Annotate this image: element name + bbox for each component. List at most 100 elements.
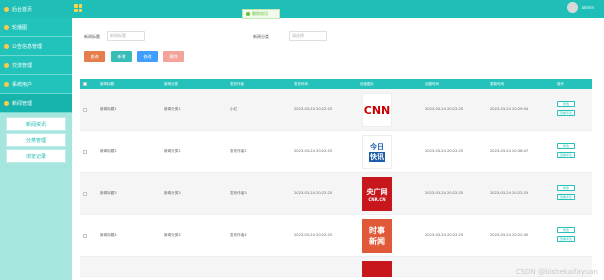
sidebar-item-label: 公告信息管理: [12, 43, 43, 50]
cell-created: 2023-03-24 20:22:25: [425, 107, 464, 111]
news-icon: [4, 100, 9, 106]
toast-message: 删除成功: [252, 11, 268, 16]
col-category: 新闻分类: [164, 82, 178, 86]
table-row: 新闻标题1 新闻分类1 小红 2023-03-24 20:22:25 CNN 2…: [80, 89, 592, 131]
query-button[interactable]: 查询: [84, 51, 105, 62]
cell-category: 新闻分类3: [164, 191, 181, 195]
cell-author: 发布作者3: [230, 191, 247, 195]
title-filter-input[interactable]: 新闻标题: [107, 31, 145, 41]
select-all-checkbox[interactable]: [83, 82, 87, 86]
row-comments-button[interactable]: 查看评论: [557, 194, 575, 200]
row-edit-button[interactable]: 修改: [557, 227, 575, 233]
cell-updated: 2023-03-24 20:22:40: [490, 233, 529, 237]
col-actions: 操作: [557, 82, 564, 86]
sidebar-subitem-news-info[interactable]: 新闻资讯: [6, 117, 66, 131]
cell-created: 2023-03-24 20:22:25: [425, 233, 464, 237]
cover-logo-subtext: 新闻: [369, 237, 385, 246]
topbar: admin: [72, 0, 604, 18]
watermark: CSDN @bishekaifayuan: [515, 268, 598, 276]
cover-logo-subtext: 快讯: [369, 152, 385, 162]
delete-button[interactable]: 删除: [163, 51, 184, 62]
check-circle-icon: [246, 12, 250, 16]
app-root: 后台首页 轮播图 公告信息管理 交流管理 系统用户 新闻管理 新闻资讯 分类管理…: [0, 0, 604, 280]
cover-logo-text: 时事: [369, 226, 385, 235]
row-comments-button[interactable]: 查看评论: [557, 110, 575, 116]
home-icon: [4, 6, 9, 12]
table-row: 新闻标题3 新闻分类3 发布作者3 2023-03-24 20:22:25 央广…: [80, 173, 592, 215]
cover-logo-subtext: CNR.CN: [368, 196, 386, 202]
menu-grid-icon[interactable]: [74, 4, 82, 12]
chat-icon: [4, 62, 9, 68]
col-cover: 封面图片: [360, 82, 374, 86]
row-checkbox[interactable]: [83, 192, 87, 196]
cell-created: 2023-03-24 20:22:25: [425, 191, 464, 195]
cell-publish: 2023-03-24 20:22:25: [294, 233, 333, 237]
cell-publish: 2023-03-24 20:22:25: [294, 107, 333, 111]
category-filter-label: 新闻分类: [253, 34, 269, 39]
row-checkbox[interactable]: [83, 150, 87, 154]
cell-created: 2023-03-24 20:22:25: [425, 149, 464, 153]
notice-icon: [4, 43, 9, 49]
avatar[interactable]: [567, 2, 579, 13]
cell-category: 新闻分类4: [164, 233, 181, 237]
sidebar-item-notice[interactable]: 公告信息管理: [0, 37, 72, 56]
sidebar-home[interactable]: 后台首页: [0, 0, 72, 18]
row-edit-button[interactable]: 修改: [557, 143, 575, 149]
cell-category: 新闻分类2: [164, 149, 181, 153]
col-created: 创建时间: [425, 82, 439, 86]
row-edit-button[interactable]: 修改: [557, 101, 575, 107]
cell-author: 发布作者4: [230, 233, 247, 237]
user-icon: [4, 81, 9, 87]
category-select[interactable]: 请选择: [289, 31, 327, 41]
cover-image-cnr: 央广网 CNR.CN: [362, 177, 392, 211]
sidebar-item-users[interactable]: 系统用户: [0, 75, 72, 94]
col-publish: 发布时间: [294, 82, 308, 86]
col-updated: 更新时间: [490, 82, 504, 86]
table-row: 新闻标题4 新闻分类4 发布作者4 2023-03-24 20:22:25 时事…: [80, 215, 592, 257]
username: admin: [581, 5, 594, 10]
cover-logo-text: 今日: [370, 143, 384, 151]
cover-image-kuaixun: 今日 快讯: [362, 135, 392, 169]
user-menu[interactable]: admin: [567, 2, 594, 13]
row-checkbox[interactable]: [83, 108, 87, 112]
row-edit-button[interactable]: 修改: [557, 185, 575, 191]
sidebar-home-label: 后台首页: [12, 6, 33, 13]
cell-title: 新闻标题1: [100, 107, 117, 111]
news-table: 新闻标题 新闻分类 发布作者 发布时间 封面图片 创建时间 更新时间 操作 新闻…: [80, 79, 592, 277]
table-header: 新闻标题 新闻分类 发布作者 发布时间 封面图片 创建时间 更新时间 操作: [80, 79, 592, 89]
cell-publish: 2023-03-24 20:22:25: [294, 191, 333, 195]
cell-title: 新闻标题2: [100, 149, 117, 153]
cover-image-shishi: 时事 新闻: [362, 219, 392, 253]
edit-button[interactable]: 修改: [137, 51, 158, 62]
col-author: 发布作者: [230, 82, 244, 86]
cell-title: 新闻标题3: [100, 191, 117, 195]
sidebar-item-label: 交流管理: [12, 62, 33, 69]
success-toast: 删除成功: [242, 9, 280, 19]
row-comments-button[interactable]: 查看评论: [557, 236, 575, 242]
add-button[interactable]: 新增: [111, 51, 132, 62]
sidebar-item-carousel[interactable]: 轮播图: [0, 18, 72, 37]
sidebar-item-label: 新闻管理: [12, 100, 33, 107]
row-checkbox[interactable]: [83, 234, 87, 238]
sidebar: 后台首页 轮播图 公告信息管理 交流管理 系统用户 新闻管理 新闻资讯 分类管理…: [0, 0, 72, 280]
sidebar-subitem-history[interactable]: 浏览记录: [6, 149, 66, 163]
cell-title: 新闻标题4: [100, 233, 117, 237]
cell-author: 发布作者2: [230, 149, 247, 153]
cover-image-partial: [362, 261, 392, 277]
cell-author: 小红: [230, 107, 238, 111]
row-comments-button[interactable]: 查看评论: [557, 152, 575, 158]
cell-publish: 2023-03-24 20:22:25: [294, 149, 333, 153]
title-filter-label: 新闻标题: [84, 34, 100, 39]
cell-updated: 2023-03-24 20:29:54: [490, 107, 529, 111]
sidebar-subitem-category[interactable]: 分类管理: [6, 133, 66, 147]
cover-logo-text: CNN: [363, 103, 391, 117]
sidebar-item-label: 系统用户: [12, 81, 33, 88]
cover-logo-text: 央广网: [366, 187, 388, 196]
col-title: 新闻标题: [100, 82, 114, 86]
sidebar-submenu: 新闻资讯 分类管理 浏览记录: [0, 113, 72, 167]
sidebar-item-news[interactable]: 新闻管理: [0, 94, 72, 113]
sidebar-item-exchange[interactable]: 交流管理: [0, 56, 72, 75]
cell-updated: 2023-03-24 20:36:47: [490, 149, 529, 153]
sidebar-item-label: 轮播图: [12, 24, 28, 31]
cell-updated: 2023-03-24 20:22:25: [490, 191, 529, 195]
